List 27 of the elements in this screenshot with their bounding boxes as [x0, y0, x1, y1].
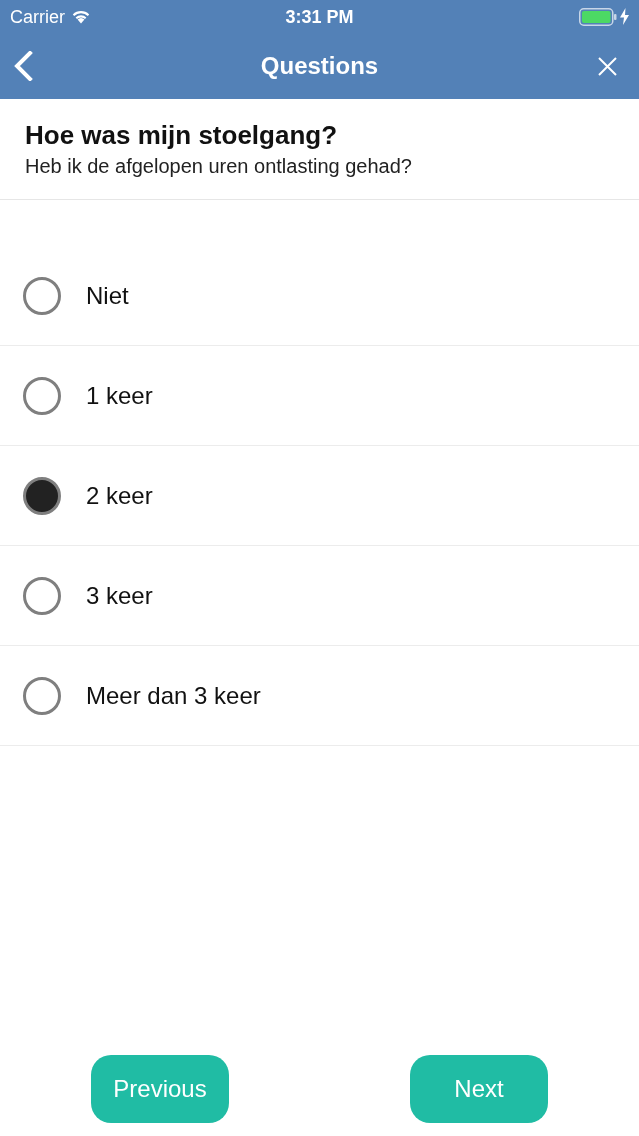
charging-bolt-icon — [620, 8, 629, 25]
answer-option[interactable]: Meer dan 3 keer — [0, 646, 639, 746]
option-label: 2 keer — [86, 480, 153, 511]
radio-button[interactable] — [23, 376, 61, 415]
radio-button[interactable] — [23, 476, 61, 515]
option-label: 3 keer — [86, 580, 153, 611]
answer-option[interactable]: 3 keer — [0, 546, 639, 646]
radio-button[interactable] — [23, 276, 61, 315]
status-time: 3:31 PM — [285, 7, 354, 26]
answer-option[interactable]: 1 keer — [0, 346, 639, 446]
back-chevron-icon — [13, 51, 33, 81]
battery-icon — [579, 7, 617, 26]
answer-option[interactable]: Niet — [0, 246, 639, 346]
question-title: Hoe was mijn stoelgang? — [25, 119, 339, 151]
nav-title: Questions — [260, 54, 379, 78]
wifi-icon — [71, 9, 91, 24]
radio-button[interactable] — [23, 576, 61, 615]
option-label: 1 keer — [86, 380, 153, 411]
answer-option[interactable]: 2 keer — [0, 446, 639, 546]
carrier-label: Carrier — [10, 7, 65, 26]
close-button[interactable] — [597, 56, 617, 76]
question-subtitle: Heb ik de afgelopen uren ontlasting gehad? — [25, 154, 413, 179]
option-label: Niet — [86, 280, 129, 311]
close-icon — [597, 56, 617, 76]
option-label: Meer dan 3 keer — [86, 680, 261, 711]
back-button[interactable] — [12, 51, 34, 81]
radio-button[interactable] — [23, 676, 61, 715]
